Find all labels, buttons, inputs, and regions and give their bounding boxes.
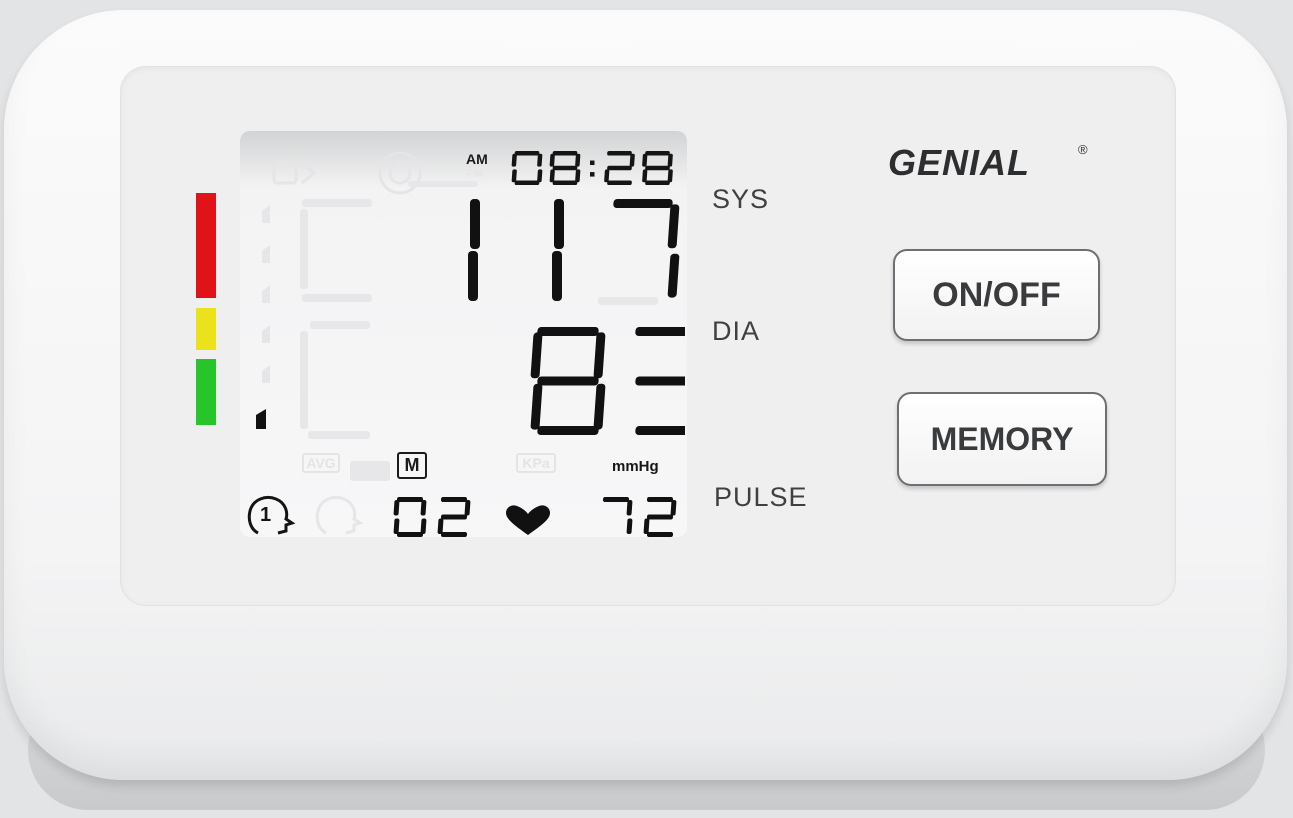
on-off-button[interactable]: ON/OFF — [893, 249, 1100, 341]
risk-bar-yellow — [196, 308, 216, 350]
active-level-arrow — [256, 409, 266, 429]
pm-indicator: PM — [466, 168, 483, 180]
ghost-voice-icon — [272, 151, 422, 195]
pulse-label: PULSE — [714, 482, 808, 512]
risk-bar-red — [196, 193, 216, 298]
timeSvg-digit-8 — [642, 151, 673, 185]
brand-logo: GENIAL — [888, 142, 1031, 183]
svg-text:1: 1 — [260, 504, 271, 526]
heart-icon — [506, 505, 550, 535]
am-indicator: AM — [466, 151, 488, 167]
memory-button[interactable]: MEMORY — [897, 392, 1107, 486]
pulseSvg-digit-7 — [602, 497, 633, 534]
registered-mark: ® — [1078, 142, 1088, 157]
sys-label: SYS — [712, 184, 770, 214]
timeSvg-digit-2 — [604, 151, 635, 185]
user-1-icon: 1 — [247, 496, 296, 535]
systolic-value — [468, 199, 680, 301]
memSvg-digit-2 — [437, 497, 471, 537]
systolic-digit-1 — [468, 199, 480, 301]
timeSvg-digit-8 — [549, 151, 581, 185]
pulse-value — [602, 497, 677, 537]
colon-top — [590, 160, 595, 166]
kpa-tag: KPa — [516, 453, 556, 473]
clock-display — [511, 151, 673, 185]
colon-bottom — [590, 172, 595, 177]
lcd-screen: AM PM AVG KPa M mmHg 1 — [240, 131, 687, 537]
memory-indicator: M — [397, 452, 427, 479]
user-2-ghost-icon — [315, 496, 364, 535]
ghost-level-arrows — [262, 205, 270, 383]
diaSvg-digit-3 — [635, 327, 685, 435]
timeSvg-digit-0 — [511, 151, 543, 185]
systolic-digit-1 — [552, 199, 564, 301]
unit-label: mmHg — [612, 458, 659, 475]
risk-bar-green — [196, 359, 216, 425]
pulseSvg-digit-2 — [643, 497, 677, 537]
diastolic-value — [530, 327, 685, 435]
systolic-digit-7 — [613, 199, 680, 298]
memSvg-digit-0 — [393, 497, 427, 537]
dia-label: DIA — [712, 316, 761, 346]
memory-number — [393, 497, 471, 537]
avg-tag: AVG — [302, 453, 340, 473]
diaSvg-digit-8 — [530, 327, 606, 435]
